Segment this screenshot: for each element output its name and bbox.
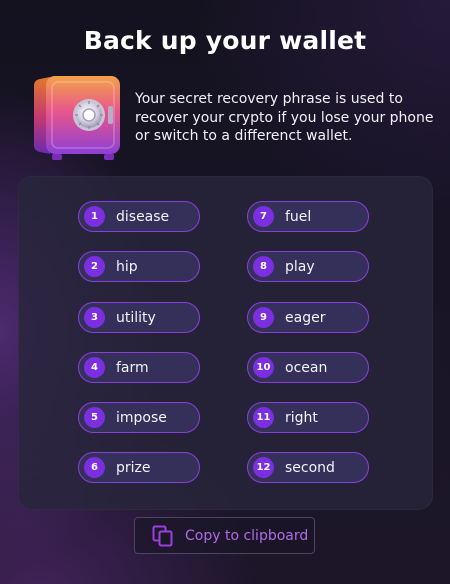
- word-number-badge: 9: [253, 307, 274, 328]
- word-text: play: [285, 258, 315, 275]
- word-number-badge: 7: [253, 206, 274, 227]
- recovery-phrase-card: 1 disease 2 hip 3 utility 4 farm 5 impos…: [18, 176, 433, 510]
- phrase-word: 4 farm: [78, 352, 200, 383]
- phrase-word: 12 second: [247, 452, 369, 483]
- word-text: ocean: [285, 359, 328, 376]
- word-number-badge: 11: [253, 407, 274, 428]
- safe-icon: [34, 76, 120, 160]
- phrase-word: 11 right: [247, 402, 369, 433]
- word-text: fuel: [285, 208, 312, 225]
- page-title: Back up your wallet: [83, 26, 367, 55]
- word-text: second: [285, 459, 335, 476]
- word-number-badge: 8: [253, 256, 274, 277]
- phrase-word: 2 hip: [78, 251, 200, 282]
- word-text: prize: [116, 459, 151, 476]
- word-number-badge: 10: [253, 357, 274, 378]
- word-number-badge: 3: [84, 307, 105, 328]
- word-number-badge: 1: [84, 206, 105, 227]
- phrase-word: 3 utility: [78, 302, 200, 333]
- phrase-word: 8 play: [247, 251, 369, 282]
- phrase-word: 5 impose: [78, 402, 200, 433]
- phrase-word: 10 ocean: [247, 352, 369, 383]
- copy-icon: [152, 525, 173, 546]
- word-number-badge: 12: [253, 457, 274, 478]
- word-number-badge: 2: [84, 256, 105, 277]
- word-text: hip: [116, 258, 138, 275]
- word-text: disease: [116, 208, 170, 225]
- phrase-word: 6 prize: [78, 452, 200, 483]
- phrase-word: 9 eager: [247, 302, 369, 333]
- phrase-word: 1 disease: [78, 201, 200, 232]
- word-text: farm: [116, 359, 149, 376]
- intro-text: Your secret recovery phrase is used to r…: [135, 91, 434, 144]
- word-text: right: [285, 409, 318, 426]
- copy-to-clipboard-button[interactable]: Copy to clipboard: [134, 517, 315, 554]
- word-number-badge: 6: [84, 457, 105, 478]
- word-text: impose: [116, 409, 167, 426]
- copy-button-label: Copy to clipboard: [185, 527, 309, 544]
- phrase-word: 7 fuel: [247, 201, 369, 232]
- word-number-badge: 5: [84, 407, 105, 428]
- word-text: utility: [116, 309, 156, 326]
- word-number-badge: 4: [84, 357, 105, 378]
- word-text: eager: [285, 309, 326, 326]
